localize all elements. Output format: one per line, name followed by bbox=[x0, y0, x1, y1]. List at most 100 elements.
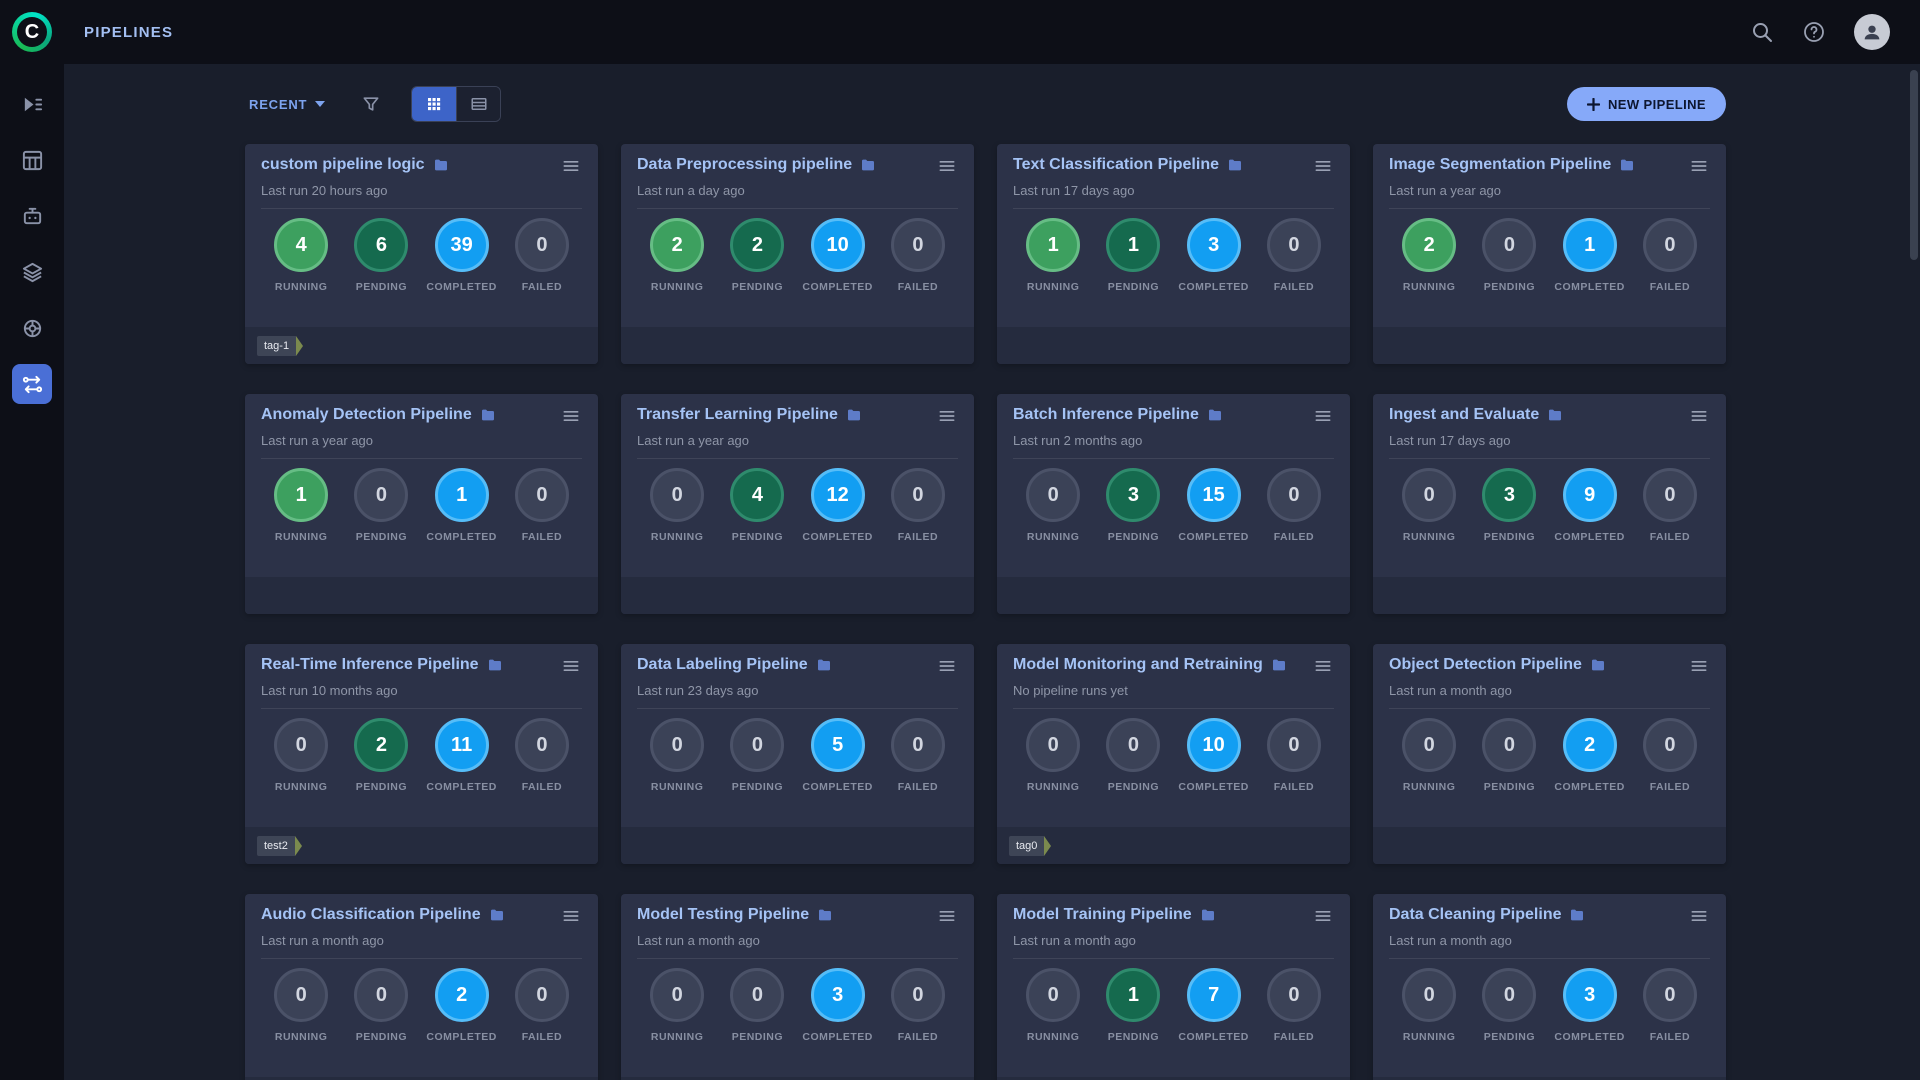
new-pipeline-button[interactable]: NEW PIPELINE bbox=[1567, 87, 1726, 121]
stat-running-count: 4 bbox=[274, 218, 328, 272]
pipeline-title[interactable]: Model Monitoring and Retraining bbox=[1013, 656, 1263, 674]
filter-icon[interactable] bbox=[361, 94, 381, 114]
sort-dropdown[interactable]: RECENT bbox=[245, 89, 335, 120]
pipeline-card[interactable]: Ingest and Evaluate Last run 17 days ago… bbox=[1373, 394, 1726, 614]
pipeline-card[interactable]: Model Testing Pipeline Last run a month … bbox=[621, 894, 974, 1080]
pipeline-card[interactable]: Anomaly Detection Pipeline Last run a ye… bbox=[245, 394, 598, 614]
card-menu-button[interactable] bbox=[1312, 406, 1334, 428]
pipeline-card[interactable]: Transfer Learning Pipeline Last run a ye… bbox=[621, 394, 974, 614]
card-menu-button[interactable] bbox=[560, 406, 582, 428]
pipeline-card[interactable]: Object Detection Pipeline Last run a mon… bbox=[1373, 644, 1726, 864]
pipeline-title[interactable]: Audio Classification Pipeline bbox=[261, 906, 481, 924]
pipeline-card[interactable]: Model Monitoring and Retraining No pipel… bbox=[997, 644, 1350, 864]
card-menu-button[interactable] bbox=[1688, 906, 1710, 928]
pipeline-card[interactable]: Text Classification Pipeline Last run 17… bbox=[997, 144, 1350, 364]
last-run-label: Last run a year ago bbox=[1389, 183, 1710, 198]
pipeline-title[interactable]: Model Training Pipeline bbox=[1013, 906, 1192, 924]
grid-view-icon bbox=[425, 95, 443, 113]
sidebar-item-models[interactable] bbox=[0, 244, 64, 300]
stat-running-count: 2 bbox=[1402, 218, 1456, 272]
pipeline-title[interactable]: Data Preprocessing pipeline bbox=[637, 156, 852, 174]
stat-pending-label: PENDING bbox=[356, 781, 407, 793]
grid-view-button[interactable] bbox=[412, 87, 456, 121]
pipeline-card[interactable]: Data Cleaning Pipeline Last run a month … bbox=[1373, 894, 1726, 1080]
pipeline-title[interactable]: Anomaly Detection Pipeline bbox=[261, 406, 472, 424]
stat-failed-count: 0 bbox=[891, 468, 945, 522]
card-menu-button[interactable] bbox=[936, 906, 958, 928]
pipeline-stats: 0 RUNNING 0 PENDING 5 COMPLETED 0 FAILED bbox=[637, 718, 958, 793]
pipeline-card[interactable]: Audio Classification Pipeline Last run a… bbox=[245, 894, 598, 1080]
pipeline-title[interactable]: Ingest and Evaluate bbox=[1389, 406, 1539, 424]
project-folder-icon bbox=[1200, 907, 1216, 923]
stat-failed-label: FAILED bbox=[898, 281, 938, 293]
card-menu-button[interactable] bbox=[1312, 656, 1334, 678]
pipeline-card[interactable]: Data Preprocessing pipeline Last run a d… bbox=[621, 144, 974, 364]
card-menu-button[interactable] bbox=[1688, 406, 1710, 428]
stat-failed-count: 0 bbox=[1267, 968, 1321, 1022]
card-menu-button[interactable] bbox=[560, 906, 582, 928]
stat-failed: 0 FAILED bbox=[1254, 218, 1334, 293]
last-run-label: Last run 17 days ago bbox=[1013, 183, 1334, 198]
sidebar-item-pipelines[interactable] bbox=[0, 356, 64, 412]
pipeline-title[interactable]: Data Cleaning Pipeline bbox=[1389, 906, 1561, 924]
pipeline-card[interactable]: Real-Time Inference Pipeline Last run 10… bbox=[245, 644, 598, 864]
pipeline-title[interactable]: Object Detection Pipeline bbox=[1389, 656, 1582, 674]
pipeline-title[interactable]: Batch Inference Pipeline bbox=[1013, 406, 1199, 424]
help-icon[interactable] bbox=[1802, 20, 1826, 44]
pipeline-card[interactable]: Batch Inference Pipeline Last run 2 mont… bbox=[997, 394, 1350, 614]
stat-failed: 0 FAILED bbox=[1630, 468, 1710, 543]
stat-completed: 11 COMPLETED bbox=[422, 718, 502, 793]
workers-icon bbox=[21, 317, 44, 340]
stat-completed-count: 7 bbox=[1187, 968, 1241, 1022]
pipeline-title[interactable]: Real-Time Inference Pipeline bbox=[261, 656, 479, 674]
stat-completed-count: 12 bbox=[811, 468, 865, 522]
pipeline-card[interactable]: Model Training Pipeline Last run a month… bbox=[997, 894, 1350, 1080]
pipeline-card-footer: tag0 bbox=[997, 827, 1350, 864]
user-avatar[interactable] bbox=[1854, 14, 1890, 50]
pipeline-card[interactable]: Data Labeling Pipeline Last run 23 days … bbox=[621, 644, 974, 864]
card-menu-button[interactable] bbox=[1312, 156, 1334, 178]
sidebar-item-runs[interactable] bbox=[0, 76, 64, 132]
app-logo[interactable]: C bbox=[12, 12, 52, 52]
table-view-button[interactable] bbox=[456, 87, 500, 121]
stat-completed: 10 COMPLETED bbox=[798, 218, 878, 293]
pipeline-title[interactable]: Image Segmentation Pipeline bbox=[1389, 156, 1611, 174]
pipeline-title[interactable]: Transfer Learning Pipeline bbox=[637, 406, 838, 424]
stat-running: 0 RUNNING bbox=[1013, 968, 1093, 1043]
pipeline-title[interactable]: Data Labeling Pipeline bbox=[637, 656, 808, 674]
pipeline-card[interactable]: custom pipeline logic Last run 20 hours … bbox=[245, 144, 598, 364]
card-menu-button[interactable] bbox=[936, 156, 958, 178]
pipeline-card[interactable]: Image Segmentation Pipeline Last run a y… bbox=[1373, 144, 1726, 364]
stat-running-count: 0 bbox=[1026, 468, 1080, 522]
stat-running-count: 0 bbox=[650, 718, 704, 772]
pipeline-title[interactable]: custom pipeline logic bbox=[261, 156, 425, 174]
card-menu-button[interactable] bbox=[560, 656, 582, 678]
card-menu-button[interactable] bbox=[1688, 156, 1710, 178]
stat-running: 0 RUNNING bbox=[261, 968, 341, 1043]
pipeline-title[interactable]: Text Classification Pipeline bbox=[1013, 156, 1219, 174]
card-menu-button[interactable] bbox=[936, 406, 958, 428]
card-menu-button[interactable] bbox=[1688, 656, 1710, 678]
card-menu-button[interactable] bbox=[1312, 906, 1334, 928]
project-folder-icon bbox=[816, 657, 832, 673]
project-folder-icon bbox=[846, 407, 862, 423]
app-header: C PIPELINES bbox=[0, 0, 1920, 64]
pipeline-card-body: Anomaly Detection Pipeline Last run a ye… bbox=[245, 394, 598, 577]
search-icon[interactable] bbox=[1750, 20, 1774, 44]
card-menu-button[interactable] bbox=[560, 156, 582, 178]
project-folder-icon bbox=[1590, 657, 1606, 673]
pipeline-card-body: Text Classification Pipeline Last run 17… bbox=[997, 144, 1350, 327]
stat-pending-count: 4 bbox=[730, 468, 784, 522]
stat-pending-label: PENDING bbox=[1108, 281, 1159, 293]
stat-completed: 2 COMPLETED bbox=[1550, 718, 1630, 793]
sidebar-item-experiments[interactable] bbox=[0, 188, 64, 244]
card-menu-button[interactable] bbox=[936, 656, 958, 678]
pipeline-title[interactable]: Model Testing Pipeline bbox=[637, 906, 809, 924]
stat-pending: 2 PENDING bbox=[717, 218, 797, 293]
card-divider bbox=[1389, 458, 1710, 459]
sidebar-item-workers[interactable] bbox=[0, 300, 64, 356]
sidebar-item-projects[interactable] bbox=[0, 132, 64, 188]
new-pipeline-label: NEW PIPELINE bbox=[1608, 97, 1706, 112]
pipeline-tag: tag0 bbox=[1009, 836, 1051, 856]
scrollbar[interactable] bbox=[1910, 70, 1918, 260]
